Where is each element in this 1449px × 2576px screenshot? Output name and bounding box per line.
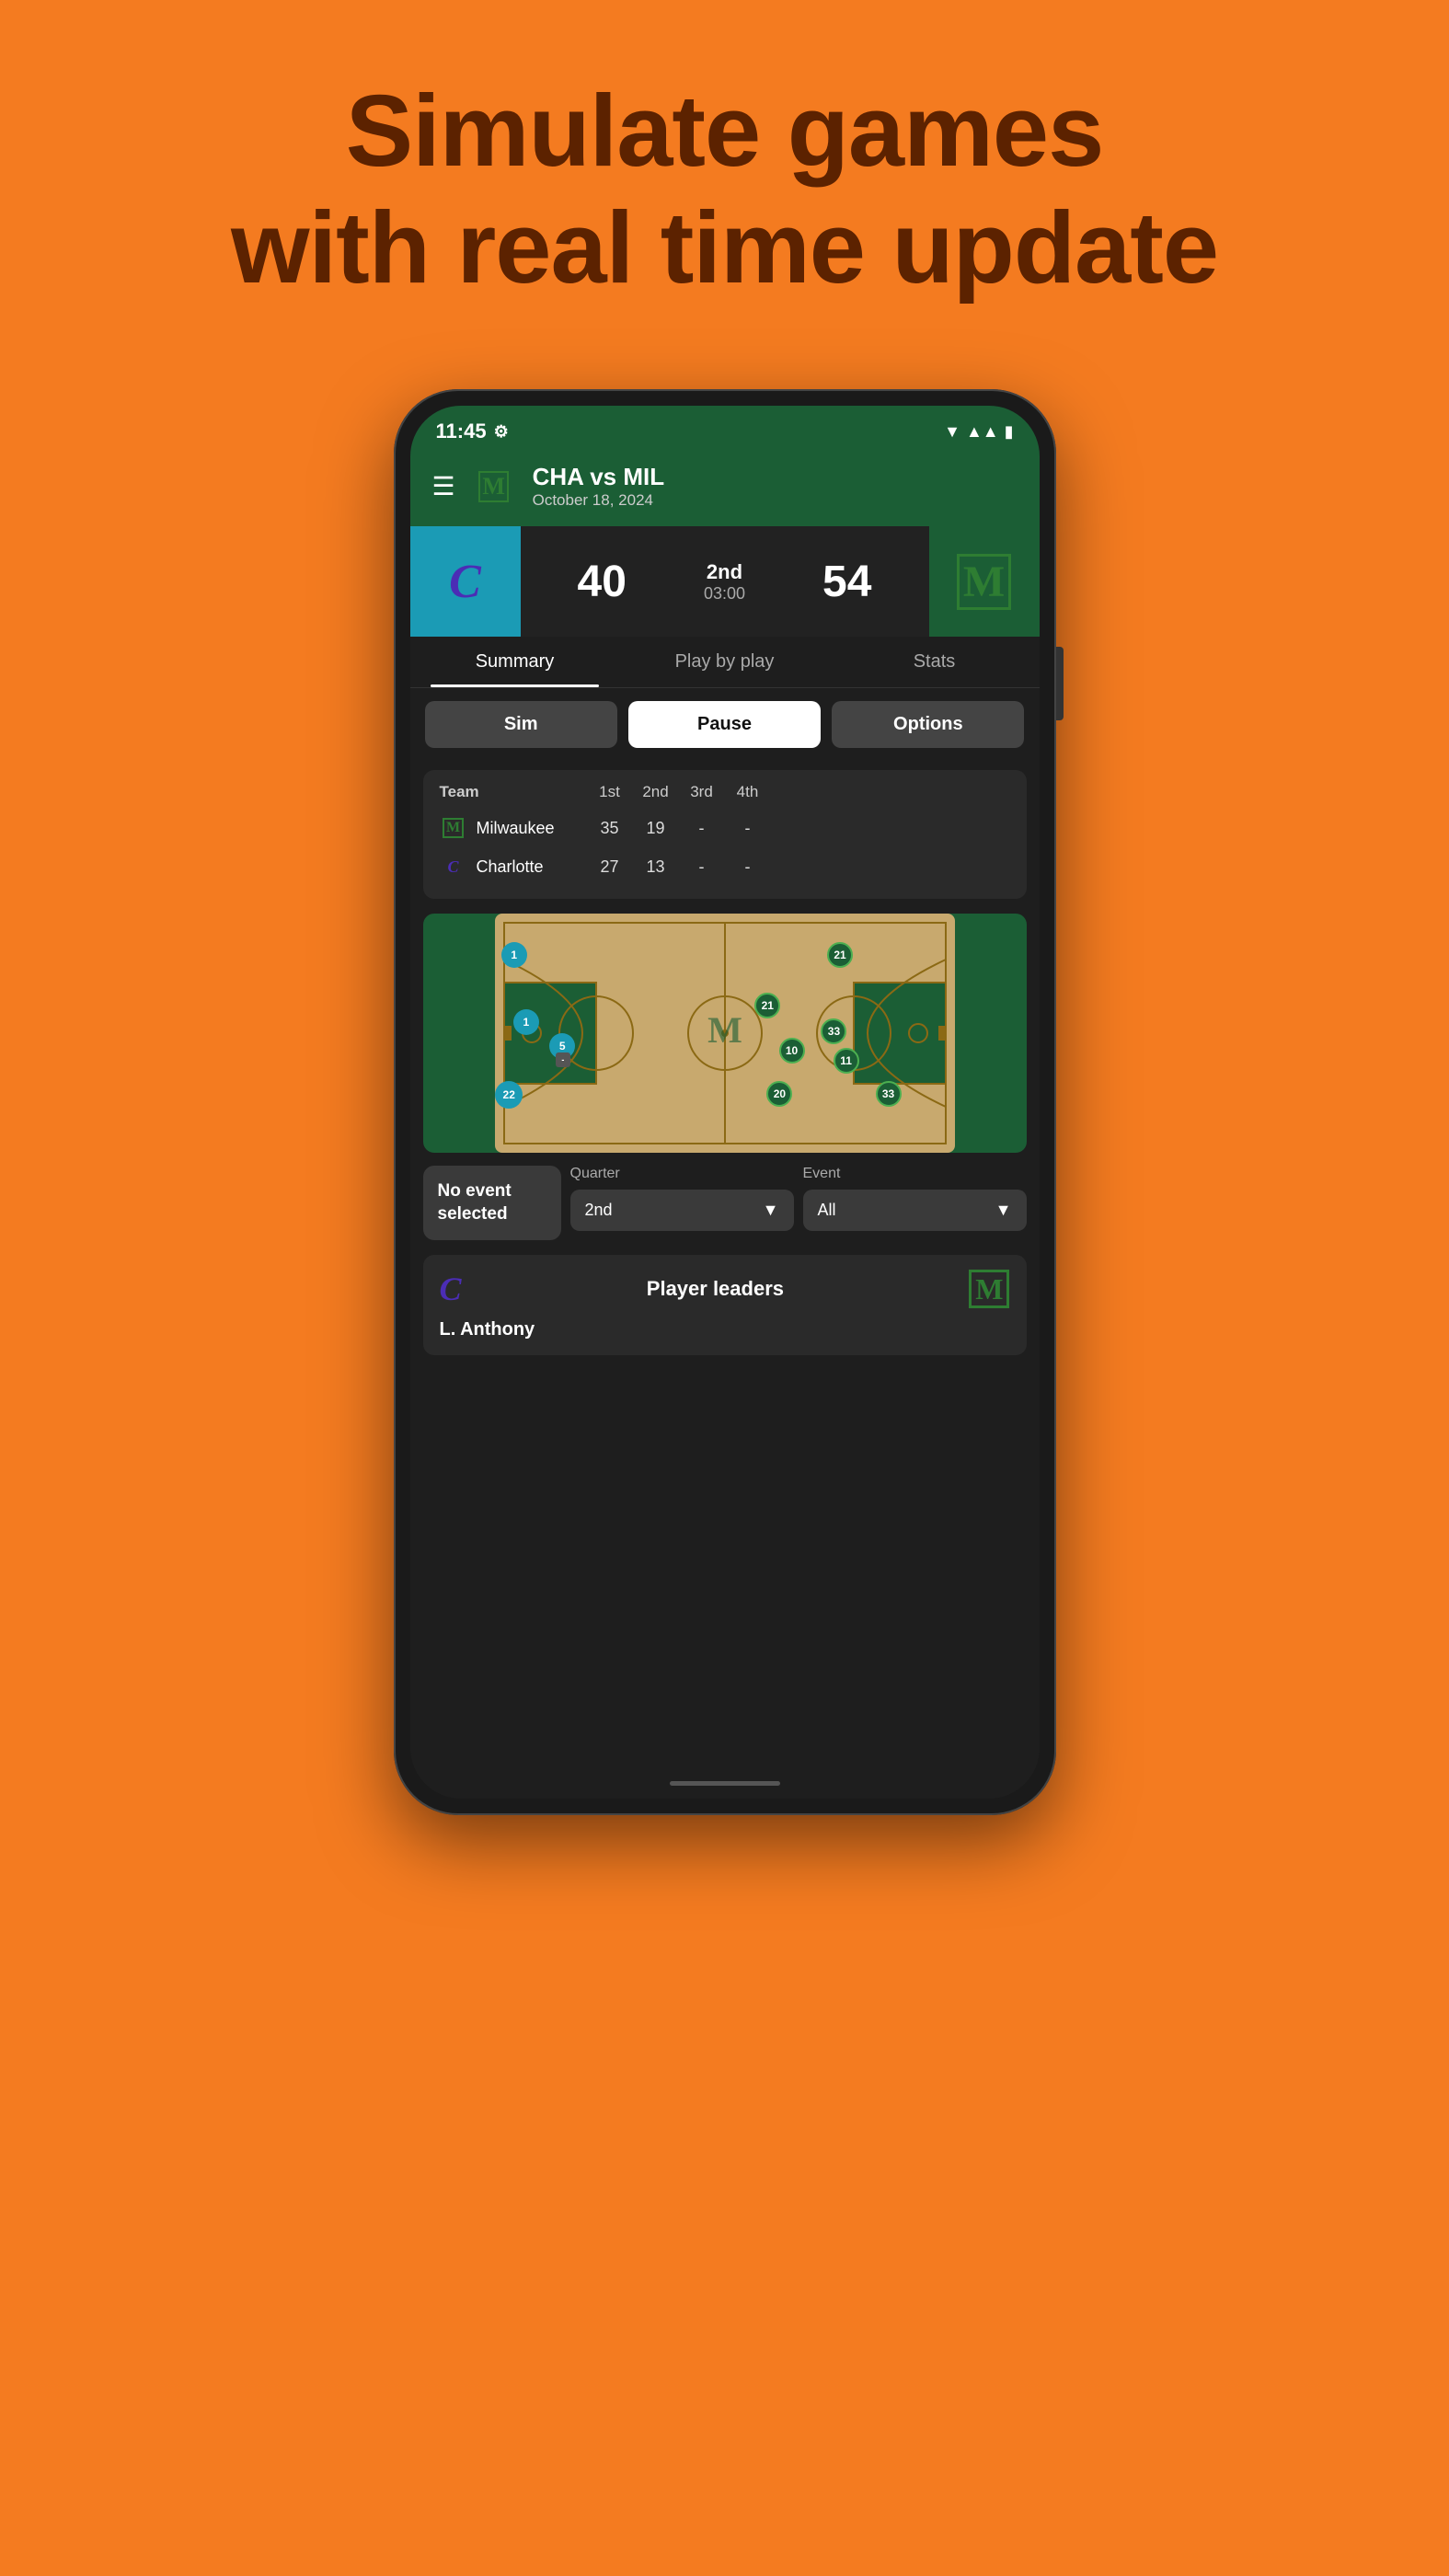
player-dot-mil-21b: 21 (754, 993, 780, 1018)
chevron-down-icon: ▼ (995, 1201, 1012, 1220)
quarter-filter-group: Quarter 2nd ▼ (570, 1166, 794, 1240)
cha-q3: - (679, 857, 725, 877)
mil-q3: - (679, 819, 725, 838)
options-button[interactable]: Options (832, 701, 1024, 748)
event-filter-group: Event All ▼ (803, 1166, 1027, 1240)
score-center: 40 2nd 03:00 54 (521, 526, 929, 637)
charlotte-logo-sb: C (440, 853, 467, 880)
away-score: 40 (578, 557, 627, 607)
team-name-mil: Milwaukee (477, 819, 587, 838)
leader-player-name: L. Anthony (440, 1319, 1010, 1340)
milwaukee-logo-leaders: M (969, 1272, 1009, 1306)
event-selector: No event selected Quarter 2nd ▼ Event Al… (423, 1166, 1027, 1240)
cha-q1: 27 (587, 857, 633, 877)
quarter-select[interactable]: 2nd ▼ (570, 1190, 794, 1231)
player-dot-mil-10: 10 (779, 1038, 805, 1064)
tab-summary[interactable]: Summary (410, 637, 620, 687)
status-time: 11:45 ⚙ (436, 420, 509, 443)
player-dot-cha-3: - (556, 1052, 570, 1067)
sim-button[interactable]: Sim (425, 701, 617, 748)
event-select[interactable]: All ▼ (803, 1190, 1027, 1231)
milwaukee-logo-sb: M (440, 814, 467, 842)
tab-play-by-play[interactable]: Play by play (620, 637, 830, 687)
game-date: October 18, 2024 (533, 491, 1018, 510)
phone-device: 11:45 ⚙ ▼ ▲▲ ▮ ☰ M CHA vs MIL October 18… (394, 389, 1056, 1815)
col-3rd: 3rd (679, 783, 725, 801)
phone-side-button (1056, 647, 1064, 720)
home-team-logo: M (929, 526, 1040, 637)
cha-q4: - (725, 857, 771, 877)
player-dot-mil-33b: 33 (876, 1081, 902, 1107)
mil-q4: - (725, 819, 771, 838)
battery-icon: ▮ (1005, 422, 1014, 442)
home-bar (670, 1781, 780, 1786)
no-event-box: No event selected (423, 1166, 561, 1240)
basketball-court: M 1 1 5 22 - 21 21 10 33 11 20 33 (423, 914, 1027, 1153)
leaders-header: C Player leaders M (440, 1270, 1010, 1308)
chevron-down-icon: ▼ (763, 1201, 779, 1220)
tabs-row: Summary Play by play Stats (410, 637, 1040, 688)
home-score: 54 (822, 557, 871, 607)
tab-stats[interactable]: Stats (830, 637, 1040, 687)
mil-q1: 35 (587, 819, 633, 838)
score-area: C 40 2nd 03:00 54 M (410, 526, 1040, 637)
app-header: ☰ M CHA vs MIL October 18, 2024 (410, 454, 1040, 526)
player-dot-cha-1a: 1 (501, 942, 527, 968)
leaders-title: Player leaders (647, 1277, 784, 1301)
wifi-icon: ▼ (944, 422, 960, 442)
mil-q2: 19 (633, 819, 679, 838)
player-leaders-section: C Player leaders M L. Anthony (423, 1255, 1027, 1355)
header-info: CHA vs MIL October 18, 2024 (533, 463, 1018, 510)
menu-icon[interactable]: ☰ (432, 471, 455, 501)
team-name-cha: Charlotte (477, 857, 587, 877)
scoreboard-header: Team 1st 2nd 3rd 4th (440, 783, 1010, 809)
charlotte-logo-leaders: C (440, 1270, 462, 1308)
table-row: M Milwaukee 35 19 - - (440, 809, 1010, 847)
controls-row: Sim Pause Options (410, 688, 1040, 761)
col-4th: 4th (725, 783, 771, 801)
game-clock: 2nd 03:00 (704, 560, 745, 604)
header-team-logo: M (472, 465, 516, 509)
signal-icon: ▲▲ (966, 422, 999, 442)
status-bar: 11:45 ⚙ ▼ ▲▲ ▮ (410, 406, 1040, 454)
away-team-logo: C (410, 526, 521, 637)
col-team: Team (440, 783, 587, 801)
player-dot-mil-11: 11 (834, 1048, 859, 1074)
scoreboard: Team 1st 2nd 3rd 4th M Milwaukee 35 19 -… (423, 770, 1027, 899)
cha-q2: 13 (633, 857, 679, 877)
status-icons: ▼ ▲▲ ▮ (944, 422, 1013, 442)
game-title: CHA vs MIL (533, 463, 1018, 491)
svg-text:M: M (707, 1009, 742, 1051)
col-1st: 1st (587, 783, 633, 801)
hero-title: Simulate games with real time update (231, 74, 1218, 306)
home-bar-area (410, 1363, 1040, 1799)
player-dot-mil-21a: 21 (827, 942, 853, 968)
pause-button[interactable]: Pause (628, 701, 821, 748)
col-2nd: 2nd (633, 783, 679, 801)
table-row: C Charlotte 27 13 - - (440, 847, 1010, 886)
quarter-label: Quarter (570, 1166, 794, 1182)
player-dot-cha-1b: 1 (513, 1009, 539, 1035)
phone-screen: 11:45 ⚙ ▼ ▲▲ ▮ ☰ M CHA vs MIL October 18… (410, 406, 1040, 1799)
event-label: Event (803, 1166, 1027, 1182)
